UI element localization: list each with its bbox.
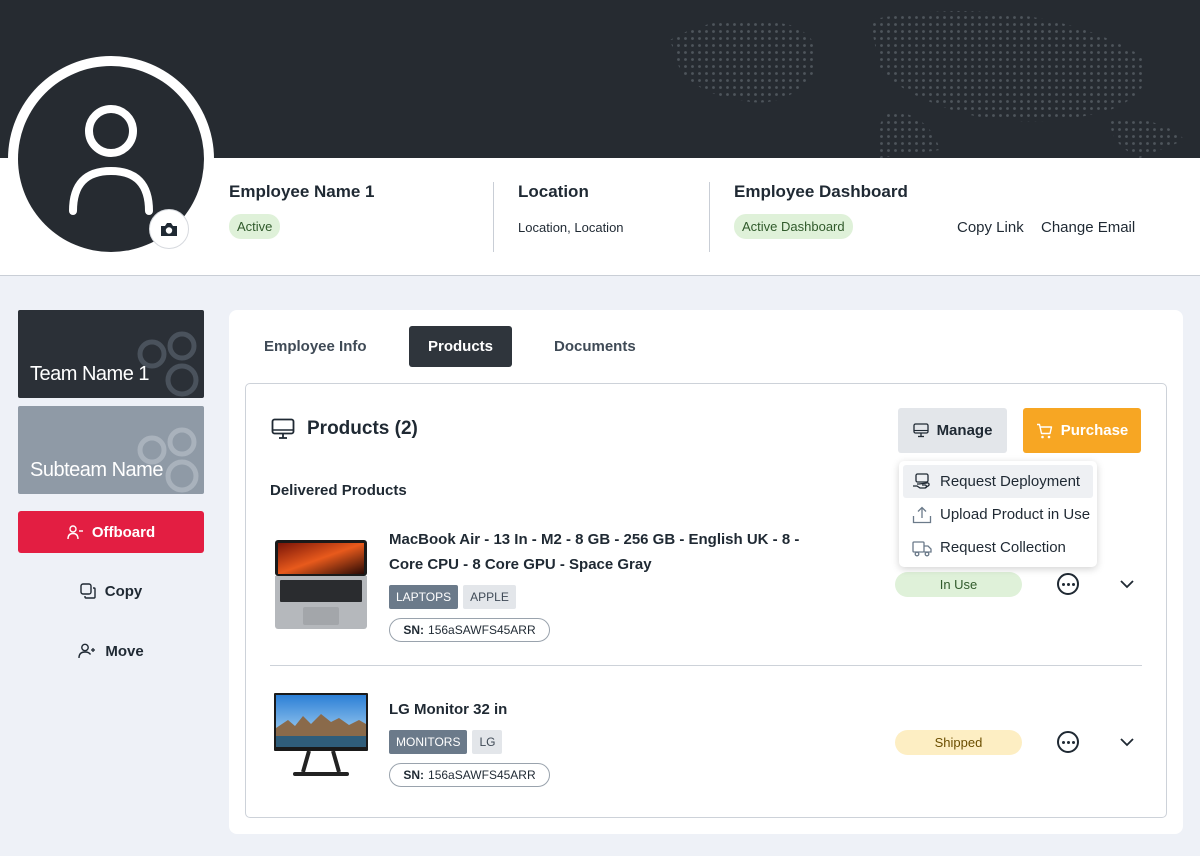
laptop-image (275, 540, 367, 629)
serial-label: SN: (403, 768, 425, 782)
status-badge: Shipped (895, 730, 1022, 755)
purchase-button[interactable]: Purchase (1023, 408, 1141, 453)
camera-icon (161, 222, 177, 236)
product-name: LG Monitor 32 in (389, 697, 507, 722)
copy-label: Copy (104, 582, 143, 600)
dot-icon (1066, 740, 1070, 744)
status-badge: In Use (895, 572, 1022, 597)
copy-button[interactable]: Copy (18, 576, 204, 606)
products-heading: Products (2) (271, 418, 418, 440)
header-divider (493, 182, 494, 252)
location-value: Location, Location (518, 220, 624, 235)
menu-item-label: Upload Product in Use (940, 506, 1091, 523)
monitor-image (274, 693, 368, 776)
move-button[interactable]: Move (18, 636, 204, 666)
tab-products[interactable]: Products (409, 326, 513, 367)
tab-documents[interactable]: Documents (535, 326, 655, 367)
product-tags: MONITORS LG (389, 730, 503, 754)
dashboard-status-badge: Active Dashboard (734, 214, 853, 239)
change-email-button[interactable]: Change Email (1041, 219, 1135, 236)
employee-name: Employee Name 1 (229, 182, 375, 201)
tab-employee-info[interactable]: Employee Info (245, 326, 386, 367)
user-remove-icon (67, 524, 83, 539)
upload-icon (912, 506, 932, 523)
location-title: Location (518, 182, 589, 201)
brand-tag: LG (472, 730, 503, 754)
brand-tag: APPLE (463, 585, 516, 609)
delivered-products-label: Delivered Products (270, 482, 407, 499)
team-name: Team Name 1 (30, 363, 150, 385)
employee-name-block: Employee Name 1 Active (229, 182, 375, 239)
serial-number: SN: 156aSAWFS45ARR (389, 763, 550, 787)
dot-icon (1066, 582, 1070, 586)
user-silhouette-icon (69, 105, 153, 215)
dot-icon (1061, 740, 1065, 744)
offboard-label: Offboard (91, 523, 156, 541)
truck-icon (912, 540, 932, 556)
cart-icon (1036, 423, 1052, 438)
header-divider (709, 182, 710, 252)
dashboard-title: Employee Dashboard (734, 182, 908, 201)
dot-icon (1071, 740, 1075, 744)
team-card[interactable]: Team Name 1 (18, 310, 204, 398)
category-tag: MONITORS (389, 730, 468, 754)
world-map-icon (670, 11, 1185, 158)
product-name-line: MacBook Air - 13 In - M2 - 8 GB - 256 GB… (389, 531, 800, 548)
employee-status-badge: Active (229, 214, 281, 239)
row-divider (270, 665, 1142, 666)
serial-number: SN: 156aSAWFS45ARR (389, 618, 550, 642)
menu-item-request-collection[interactable]: Request Collection (903, 531, 1093, 564)
manage-dropdown-menu: Request Deployment Upload Product in Use… (899, 461, 1097, 567)
user-move-icon (78, 643, 96, 659)
copy-link-button[interactable]: Copy Link (957, 219, 1024, 236)
change-photo-button[interactable] (149, 209, 189, 249)
dot-icon (1061, 582, 1065, 586)
offboard-button[interactable]: Offboard (18, 511, 204, 553)
manage-button[interactable]: Manage (898, 408, 1007, 453)
menu-item-upload-product[interactable]: Upload Product in Use (903, 498, 1093, 531)
chevron-down-icon[interactable] (1119, 578, 1135, 590)
purchase-label: Purchase (1060, 422, 1129, 439)
deploy-icon (913, 472, 930, 489)
more-options-button[interactable] (1057, 731, 1079, 753)
category-tag: LAPTOPS (389, 585, 459, 609)
dashboard-block: Employee Dashboard Active Dashboard (734, 182, 908, 239)
products-title: Products (2) (307, 418, 418, 439)
move-label: Move (105, 642, 144, 660)
menu-item-request-deployment[interactable]: Request Deployment (903, 465, 1093, 498)
product-tags: LAPTOPS APPLE (389, 585, 517, 609)
monitor-icon (912, 423, 929, 438)
more-options-button[interactable] (1057, 573, 1079, 595)
subteam-card[interactable]: Subteam Name (18, 406, 204, 494)
dot-icon (1071, 582, 1075, 586)
product-name: MacBook Air - 13 In - M2 - 8 GB - 256 GB… (389, 527, 799, 577)
manage-label: Manage (936, 422, 993, 439)
monitor-icon (271, 418, 295, 439)
product-name-line: Core CPU - 8 Core GPU - Space Gray (389, 556, 652, 573)
product-name-line: LG Monitor 32 in (389, 701, 508, 718)
copy-icon (80, 583, 96, 599)
serial-value: 156aSAWFS45ARR (428, 623, 536, 637)
menu-item-label: Request Collection (940, 539, 1066, 556)
serial-value: 156aSAWFS45ARR (428, 768, 536, 782)
menu-item-label: Request Deployment (940, 473, 1081, 490)
serial-label: SN: (403, 623, 425, 637)
chevron-down-icon[interactable] (1119, 736, 1135, 748)
location-block: Location Location, Location (518, 182, 624, 235)
subteam-name: Subteam Name (30, 459, 163, 481)
